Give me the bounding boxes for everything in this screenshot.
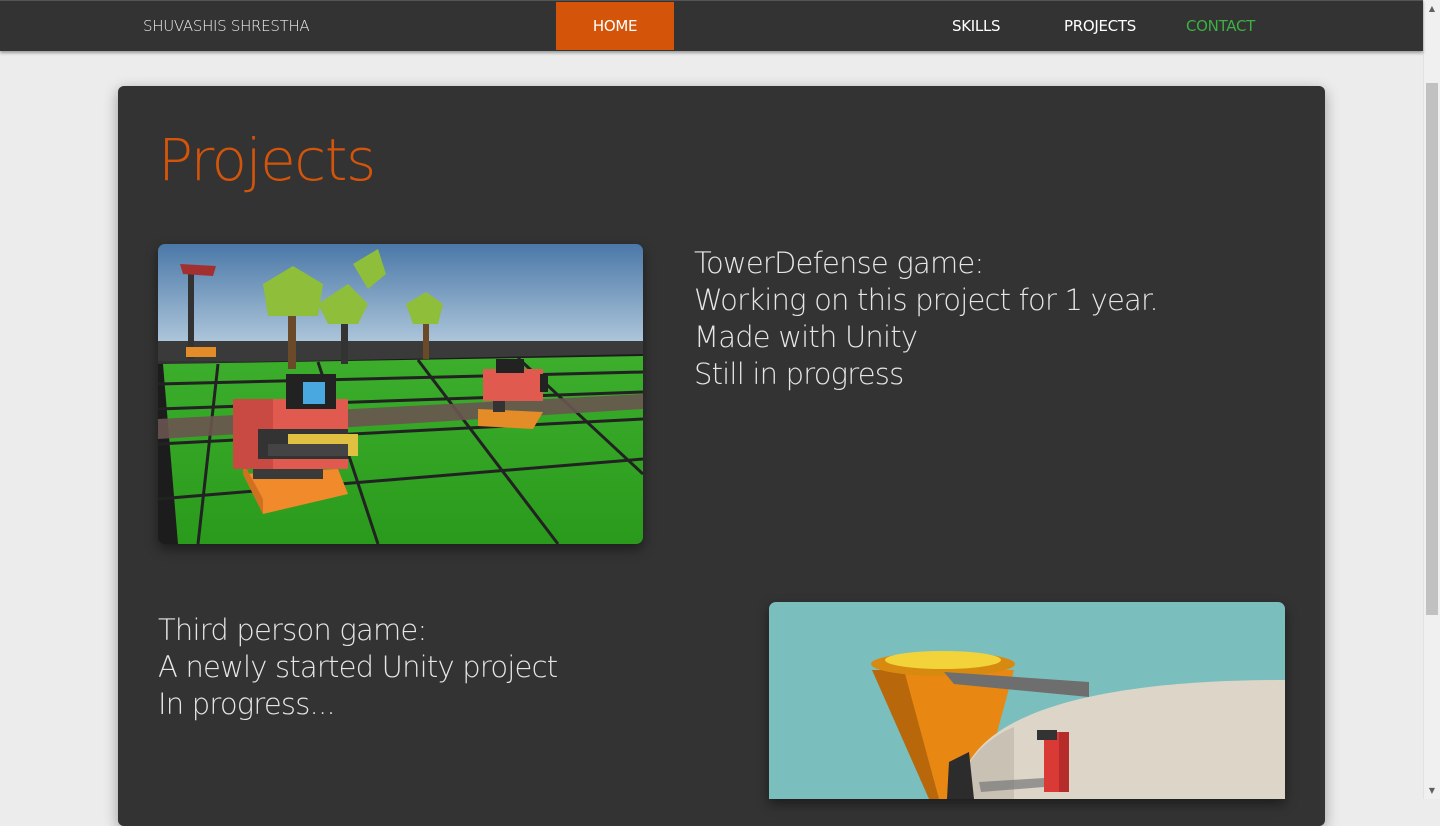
nav-home-link[interactable]: HOME: [556, 2, 674, 50]
page-title: Projects: [158, 126, 376, 194]
page-scrollbar[interactable]: ▲ ▼: [1423, 0, 1440, 799]
scroll-up-arrow-icon[interactable]: ▲: [1424, 0, 1440, 17]
nav-skills-link[interactable]: SKILLS: [952, 1, 1001, 51]
project-line: A newly started Unity project: [158, 650, 558, 684]
project-line: Third person game:: [158, 613, 427, 647]
third-person-screenshot: [769, 602, 1285, 799]
scroll-thumb[interactable]: [1426, 83, 1438, 615]
brand-name[interactable]: SHUVASHIS SHRESTHA: [143, 1, 310, 51]
nav-projects-link[interactable]: PROJECTS: [1064, 1, 1136, 51]
project-line: Still in progress: [694, 357, 904, 391]
top-navbar: SHUVASHIS SHRESTHA HOME SKILLS PROJECTS …: [0, 0, 1423, 51]
project-line: TowerDefense game:: [694, 246, 984, 280]
project-line: In progress...: [158, 687, 336, 721]
project-line: Made with Unity: [694, 320, 918, 354]
scroll-down-arrow-icon[interactable]: ▼: [1424, 782, 1440, 799]
nav-contact-link[interactable]: CONTACT: [1186, 1, 1255, 51]
project-line: Working on this project for 1 year.: [694, 283, 1159, 317]
towerdefense-screenshot: [158, 244, 643, 544]
project-description-towerdefense: TowerDefense game: Working on this proje…: [694, 245, 1159, 393]
project-description-third-person: Third person game: A newly started Unity…: [158, 612, 558, 723]
